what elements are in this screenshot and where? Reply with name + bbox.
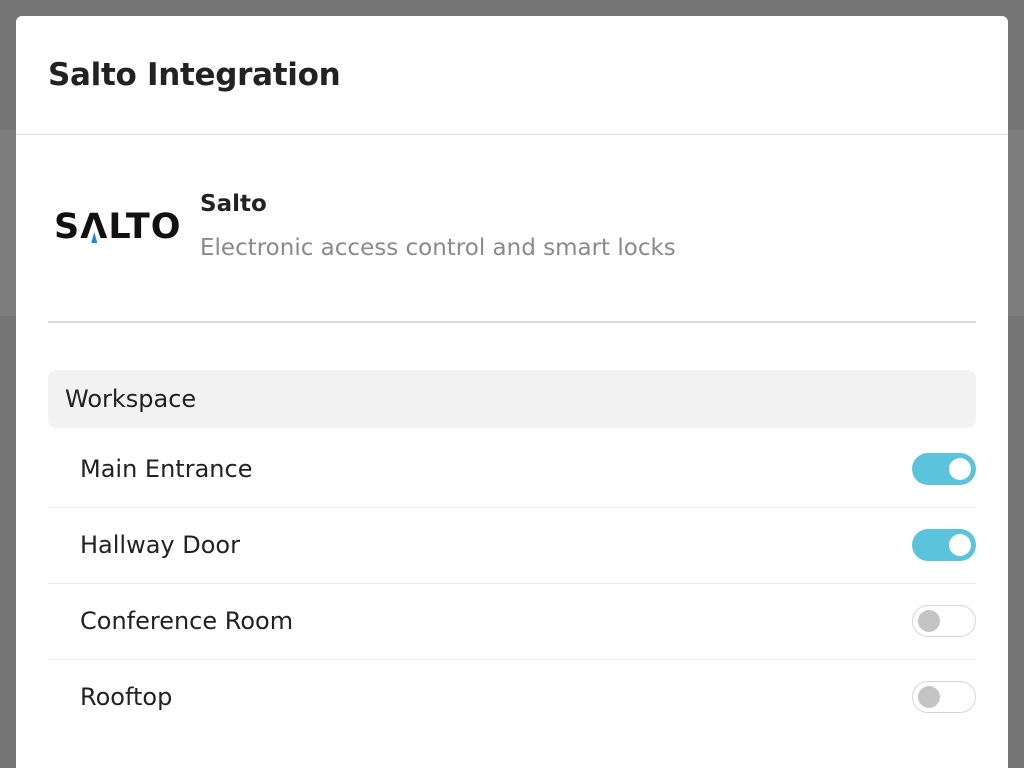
modal-title: Salto Integration xyxy=(48,57,341,93)
door-label: Rooftop xyxy=(80,683,173,711)
toggle-knob xyxy=(918,686,940,708)
door-toggle-main-entrance[interactable] xyxy=(912,453,976,485)
door-row-conference-room: Conference Room xyxy=(48,584,976,660)
provider-description: Electronic access control and smart lock… xyxy=(200,235,676,261)
salto-logo-letter-a: Λ xyxy=(80,207,109,247)
toggle-knob xyxy=(918,610,940,632)
salto-logo-letters-lto: LTO xyxy=(108,207,182,247)
door-row-main-entrance: Main Entrance xyxy=(48,432,976,508)
door-row-rooftop: Rooftop xyxy=(48,660,976,735)
salto-logo-letter-s: S xyxy=(54,207,81,247)
door-label: Conference Room xyxy=(80,607,294,635)
section-header-workspace: Workspace xyxy=(48,370,976,428)
door-label: Main Entrance xyxy=(80,455,253,483)
salto-integration-modal: Salto Integration S Λ LTO Salto Electronic… xyxy=(16,16,1008,768)
door-list: Main Entrance Hallway Door Conference Ro… xyxy=(48,432,976,735)
door-label: Hallway Door xyxy=(80,531,240,559)
section-title: Workspace xyxy=(65,385,197,413)
door-row-hallway-door: Hallway Door xyxy=(48,508,976,584)
toggle-knob xyxy=(949,534,971,556)
toggle-knob xyxy=(949,458,971,480)
modal-header: Salto Integration xyxy=(16,16,1008,135)
salto-logo-accent-icon xyxy=(91,232,98,243)
door-toggle-conference-room[interactable] xyxy=(912,605,976,637)
door-toggle-rooftop[interactable] xyxy=(912,681,976,713)
provider-name: Salto xyxy=(200,191,267,217)
salto-logo: S Λ LTO xyxy=(54,205,181,249)
door-toggle-hallway-door[interactable] xyxy=(912,529,976,561)
provider-info: S Λ LTO Salto Electronic access control an… xyxy=(48,135,976,323)
